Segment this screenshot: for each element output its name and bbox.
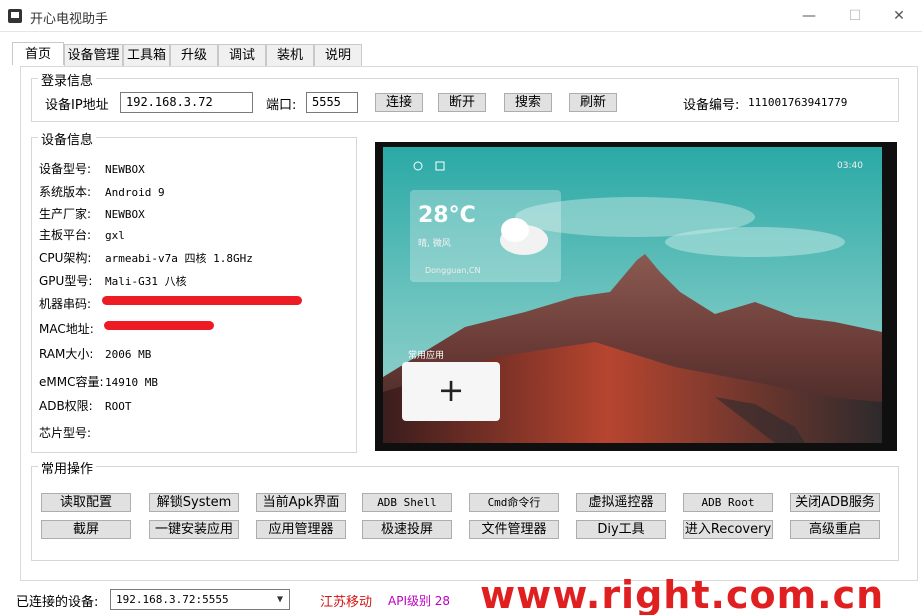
redaction-mark [102,296,302,305]
info-row-adb: ADB权限: ROOT [39,397,132,414]
info-value: NEWBOX [105,163,145,176]
info-row-gpu: GPU型号: Mali-G31 八核 [39,272,187,289]
info-key: ADB权限: [39,399,93,413]
screenshot-button[interactable]: 截屏 [41,520,131,539]
cmd-prompt-button[interactable]: Cmd命令行 [469,493,559,512]
one-click-install-button[interactable]: 一键安装应用 [149,520,239,539]
login-group-title: 登录信息 [38,70,97,89]
info-value: gxl [105,229,125,242]
info-key: 芯片型号: [39,426,92,440]
device-info-group-title: 设备信息 [38,129,97,148]
info-row-os: 系统版本: Android 9 [39,183,165,200]
enter-recovery-button[interactable]: 进入Recovery [683,520,773,539]
info-row-mac: MAC地址: [39,320,105,337]
close-button[interactable]: ✕ [876,0,922,32]
adb-root-button[interactable]: ADB Root [683,493,773,512]
port-label: 端口: [266,98,297,113]
tab-toolbox[interactable]: 工具箱 [123,44,170,66]
info-value: 14910 MB [105,376,158,389]
info-row-model: 设备型号: NEWBOX [39,160,145,177]
minimize-button[interactable]: — [786,0,832,32]
operations-group: 常用操作 [31,458,899,561]
fast-cast-button[interactable]: 极速投屏 [362,520,452,539]
title-bar: 开心电视助手 — ☐ ✕ [0,0,922,32]
info-key: GPU型号: [39,274,93,288]
add-app-tile: + [402,362,500,421]
status-bar: 已连接的设备: 192.168.3.72:5555 ▼ 江苏移动 API级别 2… [0,573,922,615]
virtual-remote-button[interactable]: 虚拟遥控器 [576,493,666,512]
common-apps-label: 常用应用 [408,351,445,361]
diy-tools-button[interactable]: Diy工具 [576,520,666,539]
tv-screenshot-preview: 28°C 晴, 微风 Dongguan,CN 03:40 常用应用 + [375,142,897,451]
info-row-chip: 芯片型号: [39,424,105,441]
info-value: NEWBOX [105,208,145,221]
device-id-value: 111001763941779 [748,96,848,109]
connected-device-label: 已连接的设备: [16,595,99,610]
close-adb-service-button[interactable]: 关闭ADB服务 [790,493,880,512]
info-value: 2006 MB [105,348,152,361]
info-key: RAM大小: [39,347,94,361]
info-row-vendor: 生产厂家: NEWBOX [39,205,145,222]
connect-button[interactable]: 连接 [375,93,423,112]
tab-home[interactable]: 首页 [12,42,64,65]
info-key: MAC地址: [39,322,94,336]
maximize-button[interactable]: ☐ [832,0,878,32]
read-config-button[interactable]: 读取配置 [41,493,131,512]
unlock-system-button[interactable]: 解锁System [149,493,239,512]
tv-clock: 03:40 [837,161,863,171]
info-key: CPU架构: [39,251,92,265]
refresh-button[interactable]: 刷新 [569,93,617,112]
app-icon [8,9,22,23]
info-value: armeabi-v7a 四核 1.8GHz [105,252,253,265]
weather-temperature: 28°C [418,203,476,228]
info-key: 系统版本: [39,185,92,199]
info-key: 设备型号: [39,162,92,176]
device-id-label: 设备编号: [683,98,740,113]
app-manager-button[interactable]: 应用管理器 [256,520,346,539]
file-manager-button[interactable]: 文件管理器 [469,520,559,539]
info-row-board: 主板平台: gxl [39,226,125,243]
port-input[interactable]: 5555 [306,92,358,113]
tab-about[interactable]: 说明 [314,44,362,66]
isp-label: 江苏移动 [320,595,373,610]
info-key: eMMC容量: [39,375,104,389]
chevron-down-icon: ▼ [276,594,283,605]
info-row-serial: 机器串码: [39,295,105,312]
operations-group-title: 常用操作 [38,458,97,477]
current-apk-screen-button[interactable]: 当前Apk界面 [256,493,346,512]
tab-device-management[interactable]: 设备管理 [64,44,123,66]
advanced-reboot-button[interactable]: 高级重启 [790,520,880,539]
tab-debug[interactable]: 调试 [218,44,266,66]
tab-install[interactable]: 装机 [266,44,314,66]
info-row-emmc: eMMC容量:14910 MB [39,373,158,390]
info-row-ram: RAM大小: 2006 MB [39,345,151,362]
watermark-text: www.right.com.cn [480,573,885,615]
weather-subtitle: 晴, 微风 [418,239,451,249]
connected-device-value: 192.168.3.72:5555 [116,593,229,606]
info-key: 主板平台: [39,228,92,242]
weather-location: Dongguan,CN [425,266,481,275]
info-key: 生产厂家: [39,207,92,221]
info-value: Mali-G31 八核 [105,275,187,288]
redaction-mark [104,321,214,330]
info-key: 机器串码: [39,297,92,311]
adb-shell-button[interactable]: ADB Shell [362,493,452,512]
info-value: Android 9 [105,186,165,199]
disconnect-button[interactable]: 断开 [438,93,486,112]
api-level-label: API级别 28 [388,594,451,608]
info-value: ROOT [105,400,132,413]
connected-device-select[interactable]: 192.168.3.72:5555 ▼ [110,589,290,610]
window-title: 开心电视助手 [30,12,109,27]
tab-upgrade[interactable]: 升级 [170,44,218,66]
ip-label: 设备IP地址 [45,98,109,113]
search-button[interactable]: 搜索 [504,93,552,112]
info-row-cpu: CPU架构: armeabi-v7a 四核 1.8GHz [39,249,253,266]
ip-input[interactable]: 192.168.3.72 [120,92,253,113]
